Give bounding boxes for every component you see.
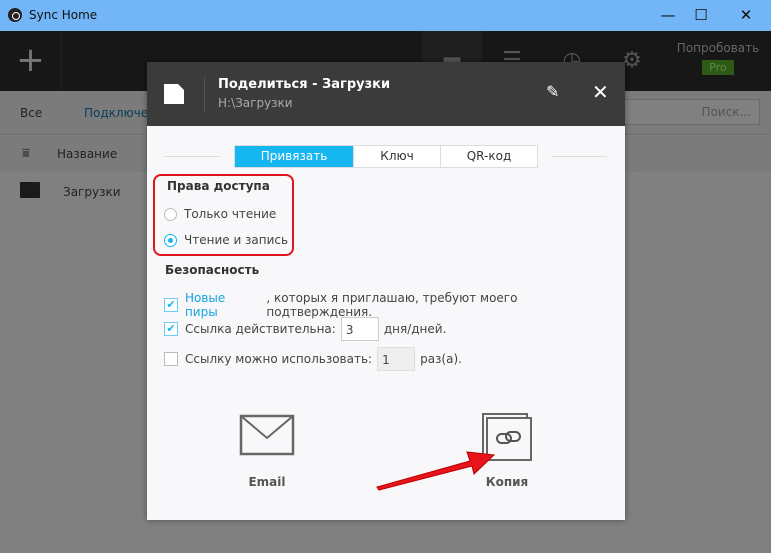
access-heading: Права доступа bbox=[167, 179, 270, 193]
radio-button[interactable] bbox=[164, 207, 177, 221]
close-dialog-icon[interactable]: ✕ bbox=[592, 80, 609, 104]
add-folder-button[interactable]: + bbox=[0, 31, 62, 91]
email-label: Email bbox=[248, 475, 286, 489]
maximize-button[interactable]: ☐ bbox=[686, 4, 716, 26]
radio-label: Чтение и запись bbox=[184, 233, 289, 247]
checkbox-link-valid[interactable]: ✔ bbox=[164, 322, 178, 336]
window-title: Sync Home bbox=[29, 8, 98, 22]
filter-connected[interactable]: Подключе bbox=[84, 106, 148, 120]
option-link-uses: Ссылку можно использовать: 1 раз(а). bbox=[164, 347, 462, 371]
folder-name: Загрузки bbox=[63, 185, 121, 199]
title-bar: Sync Home — ☐ ✕ bbox=[0, 0, 771, 31]
pro-badge: Pro bbox=[702, 60, 734, 75]
days-input[interactable]: 3 bbox=[340, 317, 379, 341]
copy-label: Копия bbox=[485, 475, 529, 489]
share-tabs: Привязать Ключ QR-код bbox=[234, 145, 538, 168]
new-peers-link[interactable]: Новые пиры bbox=[185, 291, 261, 319]
radio-button[interactable] bbox=[164, 233, 177, 247]
folder-icon bbox=[20, 182, 40, 198]
copy-link-button[interactable]: Копия bbox=[472, 412, 542, 489]
option-unit: раз(а). bbox=[420, 352, 462, 366]
share-dialog: Поделиться - Загрузки H:\Загрузки ✎ ✕ Пр… bbox=[147, 62, 625, 520]
radio-read-only[interactable]: Только чтение bbox=[164, 207, 276, 221]
try-pro-button[interactable]: Попробовать Pro bbox=[668, 41, 768, 75]
option-unit: дня/дней. bbox=[383, 322, 447, 336]
column-name[interactable]: Название bbox=[57, 147, 117, 161]
option-text: Ссылку можно использовать: bbox=[185, 352, 373, 366]
option-link-valid: ✔ Ссылка действительна: 3 дня/дней. bbox=[164, 317, 446, 341]
close-window-button[interactable]: ✕ bbox=[731, 4, 761, 26]
minimize-button[interactable]: — bbox=[653, 4, 683, 26]
envelope-icon bbox=[239, 414, 295, 456]
filter-all[interactable]: Все bbox=[20, 106, 42, 120]
radio-read-write[interactable]: Чтение и запись bbox=[164, 233, 288, 247]
checkbox-new-peers[interactable]: ✔ bbox=[164, 298, 178, 312]
try-label: Попробовать bbox=[676, 41, 760, 55]
dialog-title: Поделиться - Загрузки bbox=[218, 77, 391, 92]
filter-icon[interactable]: ⩸ bbox=[22, 146, 30, 161]
sync-logo-icon bbox=[8, 8, 22, 22]
security-heading: Безопасность bbox=[165, 263, 260, 277]
option-text: Ссылка действительна: bbox=[185, 322, 336, 336]
tab-qr[interactable]: QR-код bbox=[440, 146, 537, 167]
uses-input[interactable]: 1 bbox=[377, 347, 416, 371]
dialog-header: Поделиться - Загрузки H:\Загрузки ✎ ✕ bbox=[147, 62, 625, 126]
edit-icon[interactable]: ✎ bbox=[546, 82, 559, 101]
copy-link-icon bbox=[482, 413, 532, 461]
option-text: , которых я приглашаю, требуют моего под… bbox=[266, 291, 518, 319]
option-new-peers: ✔ Новые пиры, которых я приглашаю, требую… bbox=[164, 291, 625, 319]
radio-label: Только чтение bbox=[184, 207, 277, 221]
email-button[interactable]: Email bbox=[237, 414, 297, 489]
checkbox-link-uses[interactable] bbox=[164, 352, 178, 366]
tab-key[interactable]: Ключ bbox=[353, 146, 440, 167]
document-icon bbox=[164, 84, 184, 104]
folder-path: H:\Загрузки bbox=[218, 96, 293, 110]
tab-link[interactable]: Привязать bbox=[235, 146, 353, 167]
